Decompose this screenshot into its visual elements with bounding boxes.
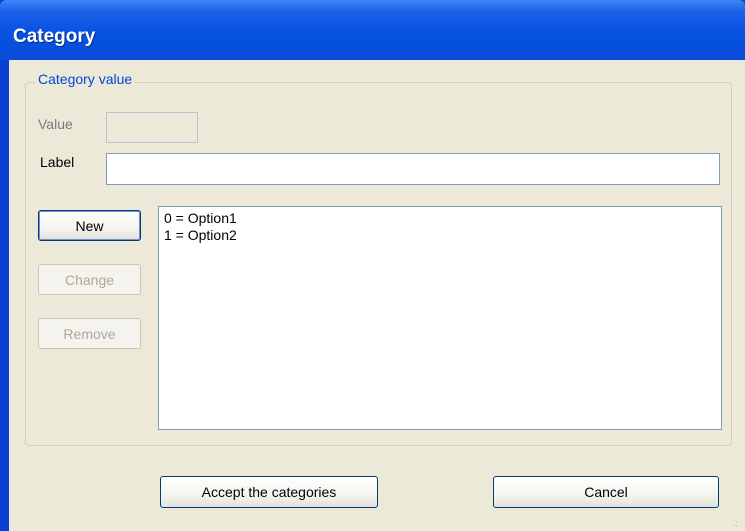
category-dialog: Category Category value Value Label New … xyxy=(0,0,745,531)
list-item[interactable]: 1 = Option2 xyxy=(164,227,716,244)
label-label: Label xyxy=(40,154,75,170)
dialog-client-area: Category value Value Label New Change Re… xyxy=(9,60,745,531)
cancel-button[interactable]: Cancel xyxy=(493,476,719,508)
remove-button[interactable]: Remove xyxy=(38,318,141,349)
window-title: Category xyxy=(13,26,96,47)
accept-categories-button[interactable]: Accept the categories xyxy=(160,476,378,508)
new-button[interactable]: New xyxy=(38,210,141,241)
value-field xyxy=(106,112,198,143)
group-legend: Category value xyxy=(35,71,136,87)
title-bar[interactable]: Category xyxy=(0,0,745,60)
change-button[interactable]: Change xyxy=(38,264,141,295)
category-list[interactable]: 0 = Option1 1 = Option2 xyxy=(158,206,722,430)
resize-grip-icon[interactable]: .: xyxy=(733,519,743,529)
list-item[interactable]: 0 = Option1 xyxy=(164,210,716,227)
value-label: Value xyxy=(38,116,73,132)
label-field[interactable] xyxy=(106,153,720,185)
